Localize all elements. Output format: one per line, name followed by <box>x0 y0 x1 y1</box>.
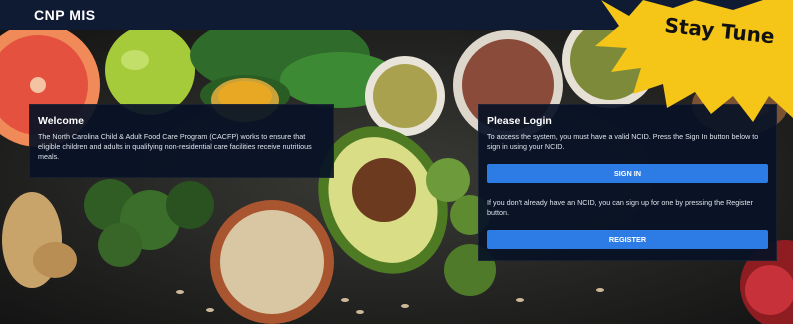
login-intro-text: To access the system, you must have a va… <box>487 132 759 151</box>
login-heading: Please Login <box>487 115 552 127</box>
register-button[interactable]: REGISTER <box>487 230 768 249</box>
welcome-heading: Welcome <box>38 115 84 127</box>
welcome-panel: Welcome The North Carolina Child & Adult… <box>29 104 334 178</box>
welcome-text: The North Carolina Child & Adult Food Ca… <box>38 132 312 161</box>
register-info-text: If you don't already have an NCID, you c… <box>487 198 753 217</box>
oats-bowl-image <box>210 200 334 324</box>
sign-in-button[interactable]: SIGN IN <box>487 164 768 183</box>
login-panel: Please Login To access the system, you m… <box>478 104 777 261</box>
powder-bowl-image <box>365 56 445 136</box>
app-title: CNP MIS <box>34 7 96 23</box>
